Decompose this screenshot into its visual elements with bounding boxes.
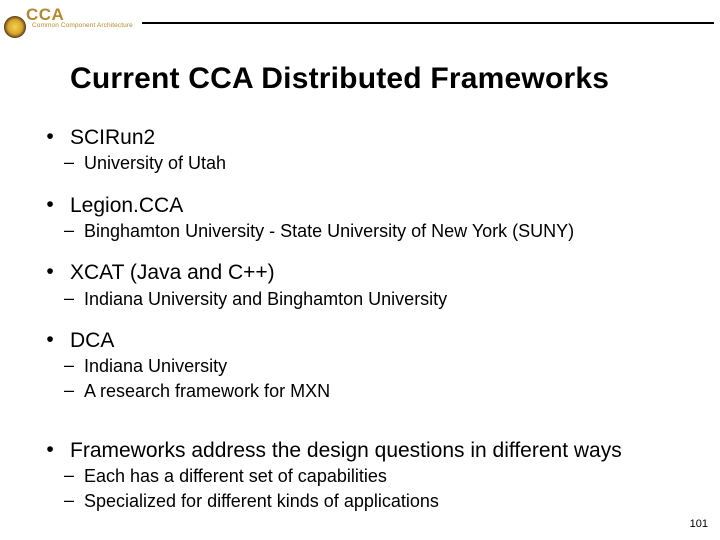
bullet-dot-icon: •: [30, 125, 70, 150]
sub-bullet-item: Specialized for different kinds of appli…: [30, 490, 700, 513]
bullet-text: Legion.CCA: [70, 193, 700, 218]
slide: CCA Common Component Architecture Curren…: [0, 0, 720, 540]
dash-icon: [30, 152, 84, 175]
page-number: 101: [690, 518, 708, 530]
sub-bullet-item: Binghamton University - State University…: [30, 220, 700, 243]
bullet-item: • XCAT (Java and C++): [30, 260, 700, 285]
dash-icon: [30, 380, 84, 403]
bullet-text: XCAT (Java and C++): [70, 260, 700, 285]
bullet-dot-icon: •: [30, 193, 70, 218]
bullet-item: • Legion.CCA: [30, 193, 700, 218]
bullet-dot-icon: •: [30, 328, 70, 353]
dash-icon: [30, 355, 84, 378]
bullet-item: • DCA: [30, 328, 700, 353]
spacer: [30, 402, 700, 420]
bullet-text: Frameworks address the design questions …: [70, 438, 700, 463]
bullet-dot-icon: •: [30, 438, 70, 463]
bullet-text: SCIRun2: [70, 125, 700, 150]
sub-bullet-text: University of Utah: [84, 152, 700, 175]
bullet-text: DCA: [70, 328, 700, 353]
dash-icon: [30, 465, 84, 488]
sub-bullet-text: Specialized for different kinds of appli…: [84, 490, 700, 513]
dash-icon: [30, 288, 84, 311]
sub-bullet-item: Indiana University: [30, 355, 700, 378]
sub-bullet-text: Each has a different set of capabilities: [84, 465, 700, 488]
header-rule: [142, 22, 714, 24]
logo-subtext: Common Component Architecture: [32, 22, 133, 29]
sub-bullet-item: A research framework for MXN: [30, 380, 700, 403]
dash-icon: [30, 490, 84, 513]
content: • SCIRun2 University of Utah • Legion.CC…: [30, 125, 700, 512]
bullet-item: • Frameworks address the design question…: [30, 438, 700, 463]
sub-bullet-text: Binghamton University - State University…: [84, 220, 700, 243]
sub-bullet-item: Indiana University and Binghamton Univer…: [30, 288, 700, 311]
bullet-dot-icon: •: [30, 260, 70, 285]
sub-bullet-text: A research framework for MXN: [84, 380, 700, 403]
bullet-item: • SCIRun2: [30, 125, 700, 150]
sub-bullet-text: Indiana University and Binghamton Univer…: [84, 288, 700, 311]
sub-bullet-text: Indiana University: [84, 355, 700, 378]
sub-bullet-item: University of Utah: [30, 152, 700, 175]
logo-icon: [4, 16, 26, 38]
sub-bullet-item: Each has a different set of capabilities: [30, 465, 700, 488]
dash-icon: [30, 220, 84, 243]
header: CCA Common Component Architecture: [0, 8, 720, 36]
slide-title: Current CCA Distributed Frameworks: [70, 62, 609, 96]
